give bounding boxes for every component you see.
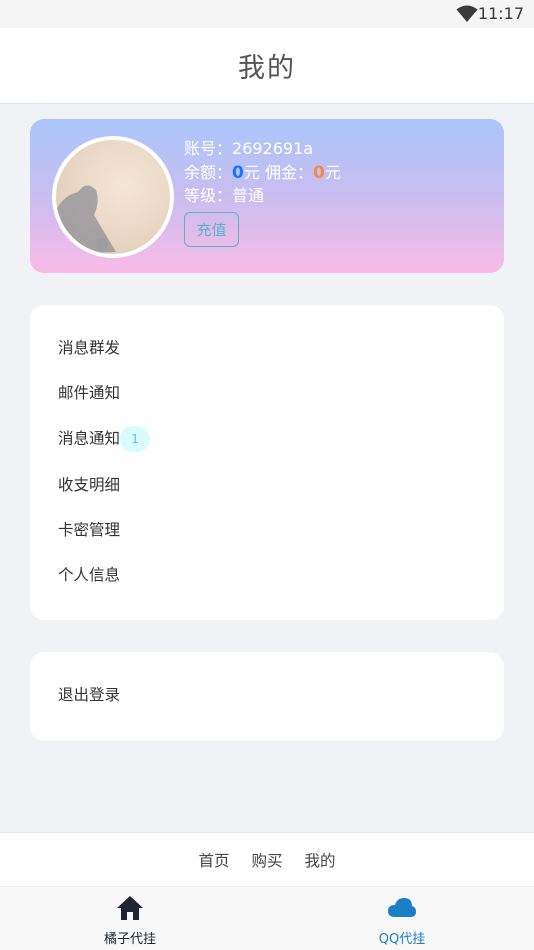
menu-card: 消息群发 邮件通知 消息通知 1 收支明细 卡密管理 个人信息 [30, 305, 504, 620]
tab-orange-agent[interactable]: 橘子代挂 [70, 895, 190, 947]
level-row: 等级：普通 [184, 184, 341, 208]
level-label: 等级： [184, 186, 233, 205]
menu-item-label: 卡密管理 [58, 521, 121, 539]
menu-item-label: 消息通知 [58, 429, 121, 448]
logout-button[interactable]: 退出登录 [58, 683, 120, 705]
menu-item-label: 邮件通知 [58, 384, 121, 402]
tab-qq-agent[interactable]: QQ代挂 [342, 895, 462, 947]
profile-info: 账号：2692691a 余额：0元 佣金：0元 等级：普通 充值 [184, 137, 341, 247]
menu-item-card-keys[interactable]: 卡密管理 [58, 518, 120, 542]
notification-badge: 1 [120, 426, 151, 452]
status-bar: 11:17 [0, 0, 534, 28]
menu-item-broadcast[interactable]: 消息群发 [58, 336, 120, 360]
menu-item-label: 消息群发 [58, 339, 121, 357]
menu-item-email-notify[interactable]: 邮件通知 [58, 381, 120, 405]
commission-unit: 元 [324, 162, 341, 182]
menu-item-message-notify[interactable]: 消息通知 1 [58, 426, 151, 452]
footer-links: 首页 购买 我的 [0, 832, 534, 887]
commission-value: 0 [312, 162, 325, 183]
footer-link-mine[interactable]: 我的 [305, 849, 336, 871]
recharge-button[interactable]: 充值 [184, 211, 239, 247]
avatar[interactable] [52, 136, 174, 258]
menu-item-label: 个人信息 [58, 566, 121, 584]
level-value: 普通 [232, 186, 265, 205]
footer-link-home[interactable]: 首页 [198, 849, 229, 871]
logout-card: 退出登录 [30, 652, 504, 741]
tab-bar: 橘子代挂 QQ代挂 [0, 886, 534, 950]
tab-label: 橘子代挂 [103, 932, 156, 947]
account-label: 账号： [184, 139, 233, 158]
home-icon [116, 896, 144, 925]
wifi-icon [456, 5, 478, 27]
balance-label: 余额： [184, 162, 233, 182]
menu-item-transactions[interactable]: 收支明细 [58, 473, 120, 497]
status-time: 11:17 [477, 4, 524, 23]
account-value: 2692691a [232, 139, 314, 158]
menu-item-label: 收支明细 [58, 476, 121, 494]
cloud-icon [387, 898, 417, 925]
menu-item-personal-info[interactable]: 个人信息 [58, 563, 120, 587]
profile-card: 账号：2692691a 余额：0元 佣金：0元 等级：普通 充值 [30, 119, 504, 273]
balance-row: 余额：0元 佣金：0元 [184, 161, 341, 185]
footer-link-buy[interactable]: 购买 [251, 849, 282, 871]
tab-label: QQ代挂 [378, 932, 426, 947]
page-title: 我的 [238, 53, 296, 84]
commission-label: 佣金： [259, 162, 313, 182]
balance-value: 0 [232, 162, 244, 183]
balance-unit: 元 [243, 162, 260, 182]
account-row: 账号：2692691a [184, 137, 341, 161]
page-header: 我的 [0, 28, 534, 104]
